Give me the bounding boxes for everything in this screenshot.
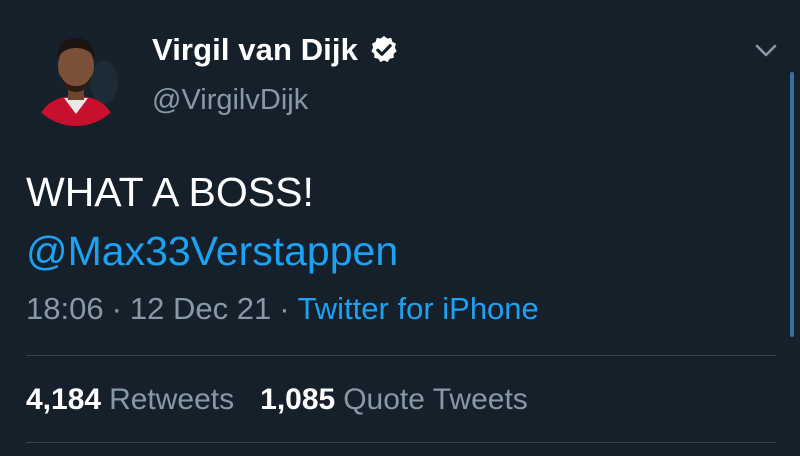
retweets-label: Retweets: [109, 383, 235, 416]
quote-tweets-label: Quote Tweets: [343, 383, 528, 416]
separator-dot: ·: [279, 291, 290, 326]
mention-link[interactable]: @Max33Verstappen: [26, 222, 398, 281]
chevron-down-icon[interactable]: [752, 40, 780, 60]
divider: [26, 355, 776, 356]
retweets-stat[interactable]: 4,184 Retweets: [26, 383, 234, 416]
profile-photo: [24, 22, 128, 126]
author-name[interactable]: Virgil van Dijk: [152, 32, 358, 68]
verified-badge-icon: [371, 36, 397, 63]
author-row: Virgil van Dijk: [152, 32, 400, 68]
divider: [26, 442, 776, 443]
separator-dot: ·: [111, 291, 122, 326]
avatar[interactable]: [24, 22, 128, 126]
quote-tweets-stat[interactable]: 1,085 Quote Tweets: [260, 383, 528, 416]
quote-tweets-count: 1,085: [260, 383, 336, 416]
author-handle[interactable]: @VirgilvDijk: [152, 84, 308, 117]
tweet-source-link[interactable]: Twitter for iPhone: [298, 291, 539, 326]
tweet-time[interactable]: 18:06: [26, 291, 104, 326]
tweet-stats: 4,184 Retweets 1,085 Quote Tweets: [26, 383, 554, 417]
tweet-text: WHAT A BOSS! @Max33Verstappen: [26, 163, 398, 281]
tweet-meta: 18:06 · 12 Dec 21 · Twitter for iPhone: [26, 291, 539, 327]
retweets-count: 4,184: [26, 383, 102, 416]
tweet-text-line: WHAT A BOSS!: [26, 169, 314, 215]
tweet-date[interactable]: 12 Dec 21: [130, 291, 271, 326]
scrollbar[interactable]: [790, 72, 794, 337]
